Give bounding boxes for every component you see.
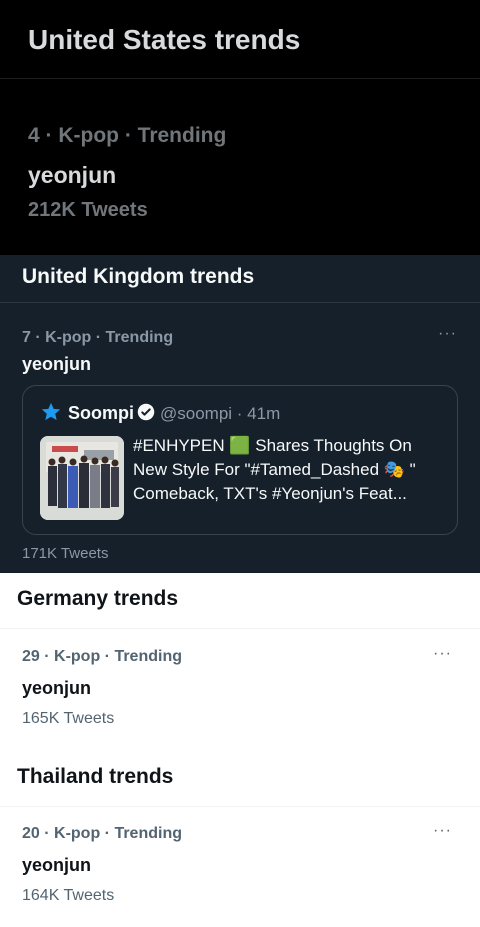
tweet-thumbnail-image[interactable] [40, 436, 124, 520]
uk-trends-title: United Kingdom trends [22, 265, 255, 288]
trend-meta: 7 · K-pop · Trending [22, 329, 174, 346]
uk-header: United Kingdom trends [0, 255, 480, 303]
trend-topic: yeonjun [28, 162, 117, 188]
germany-trends-title: Germany trends [17, 587, 179, 610]
thailand-trends-title: Thailand trends [17, 765, 174, 788]
tweet-count: 212K Tweets [28, 199, 148, 221]
headline-line-3: Comeback, TXT's #Yeonjun's Feat... [133, 484, 407, 503]
tweet-headline: #ENHYPEN 🟩 Shares Thoughts On New Style … [133, 434, 451, 506]
tweet-count: 165K Tweets [22, 710, 115, 727]
more-icon[interactable]: ··· [438, 325, 457, 343]
trend-topic[interactable]: yeonjun [22, 855, 91, 876]
divider [0, 628, 480, 629]
tweet-count: 171K Tweets [22, 545, 109, 562]
divider [0, 806, 480, 807]
trend-meta: 4 · K-pop · Trending [28, 124, 227, 147]
headline-line-2: New Style For "#Tamed_Dashed 🎭 " [133, 460, 416, 479]
trend-topic[interactable]: yeonjun [22, 354, 91, 375]
us-trends-section: United States trends 4 · K-pop · Trendin… [0, 0, 480, 255]
verified-badge-icon [137, 403, 155, 421]
tweet-count: 164K Tweets [22, 887, 115, 904]
trend-meta: 20 · K-pop · Trending [22, 825, 182, 842]
more-icon[interactable]: ··· [433, 645, 452, 663]
uk-trends-section: United Kingdom trends 7 · K-pop · Trendi… [0, 255, 480, 573]
trend-topic[interactable]: yeonjun [22, 678, 91, 699]
quoted-tweet-card[interactable]: Soompi @soompi · 41m #ENHYPEN 🟩 Shares T… [22, 385, 458, 535]
star-icon [41, 402, 61, 421]
us-header: United States trends [0, 0, 480, 79]
headline-line-1: #ENHYPEN 🟩 Shares Thoughts On [133, 436, 412, 455]
tweet-author[interactable]: Soompi [68, 403, 134, 424]
more-icon[interactable]: ··· [433, 822, 452, 840]
us-trends-title: United States trends [28, 24, 301, 55]
tweet-handle-time: @soompi · 41m [160, 404, 281, 423]
trend-meta: 29 · K-pop · Trending [22, 648, 182, 665]
